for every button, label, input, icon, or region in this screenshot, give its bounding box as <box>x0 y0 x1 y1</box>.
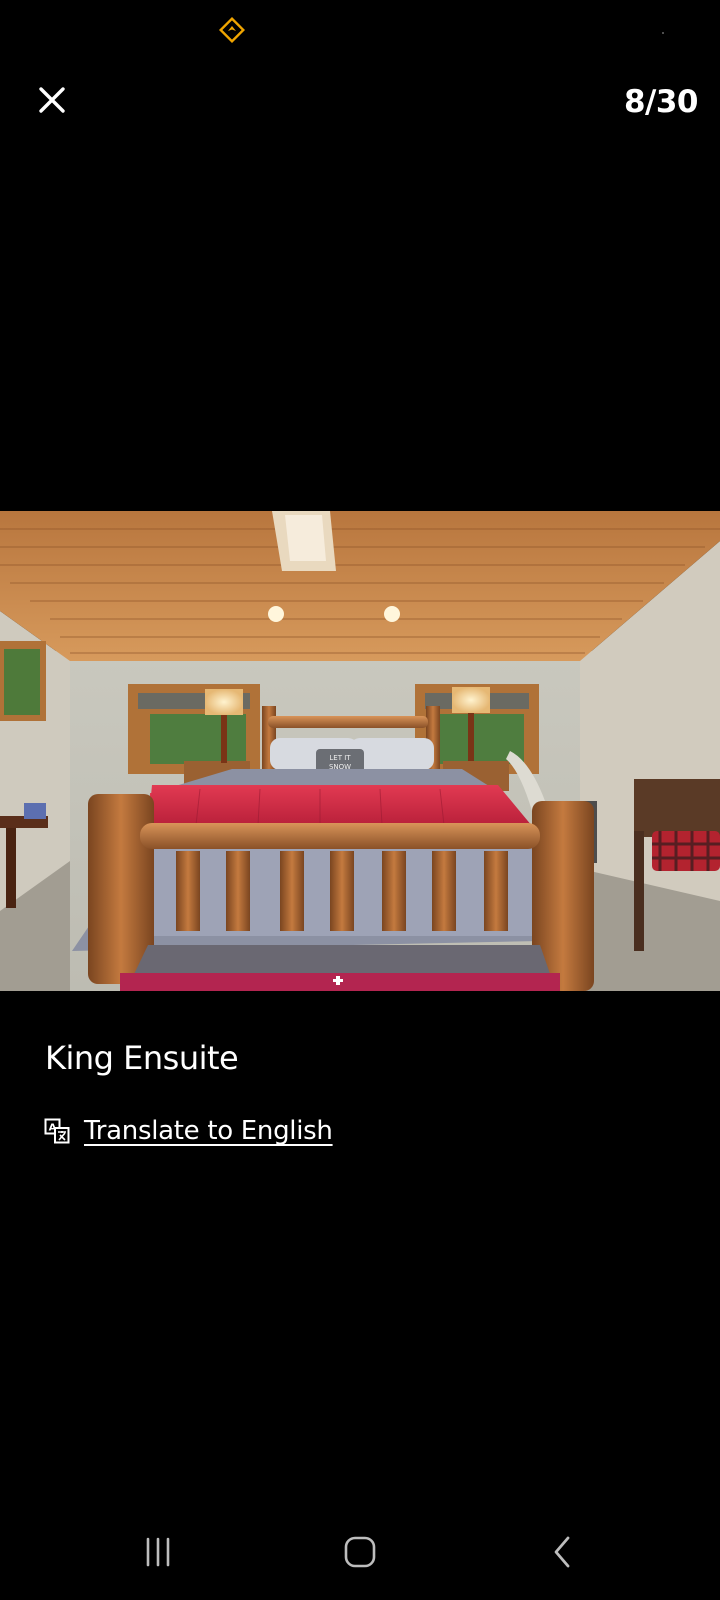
translate-icon: A <box>44 1118 70 1144</box>
translate-row[interactable]: A Translate to English <box>44 1113 333 1149</box>
recents-button[interactable] <box>126 1526 190 1582</box>
listing-photo[interactable]: LET IT SNOW <box>0 511 720 991</box>
status-dot <box>662 32 664 34</box>
svg-text:LET IT: LET IT <box>329 754 351 762</box>
back-icon <box>550 1536 574 1572</box>
recents-icon <box>143 1537 173 1571</box>
back-button[interactable] <box>530 1526 594 1582</box>
system-nav-bar <box>0 1510 720 1600</box>
close-button[interactable] <box>32 82 72 122</box>
photo-counter: 8/30 <box>623 84 699 120</box>
close-icon <box>38 86 66 118</box>
photo-caption: King Ensuite <box>45 1039 239 1077</box>
home-icon <box>344 1536 376 1572</box>
translate-link[interactable]: Translate to English <box>84 1114 333 1148</box>
status-bar <box>0 0 720 60</box>
home-button[interactable] <box>328 1526 392 1582</box>
navigation-diamond-icon <box>218 16 246 44</box>
